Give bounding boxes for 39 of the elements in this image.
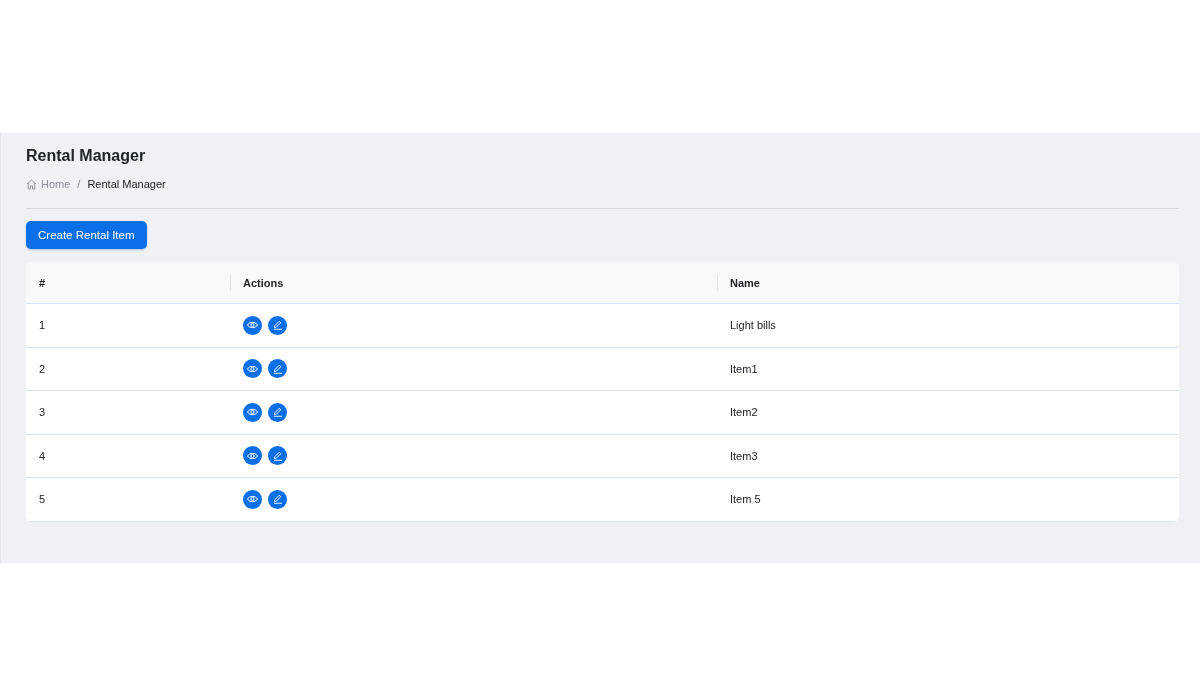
eye-icon — [247, 408, 258, 417]
view-button[interactable] — [243, 315, 262, 335]
view-button[interactable] — [243, 446, 262, 466]
view-button[interactable] — [243, 402, 262, 422]
page-title: Rental Manager — [26, 146, 146, 166]
breadcrumb-separator: / — [77, 177, 81, 192]
table-cell: Item2 — [730, 406, 758, 419]
table-cell: 4 — [39, 449, 46, 462]
breadcrumb-current: Rental Manager — [87, 177, 166, 192]
breadcrumb-link[interactable]: Home — [41, 176, 71, 192]
edit-button[interactable] — [268, 402, 287, 422]
edit-button[interactable] — [268, 315, 287, 335]
view-button[interactable] — [243, 359, 262, 379]
pencil-icon — [272, 363, 283, 374]
pencil-icon — [272, 450, 283, 461]
table-cell: 3 — [39, 406, 46, 419]
eye-icon — [247, 495, 258, 504]
table-cell: Item3 — [730, 449, 758, 462]
pencil-icon — [272, 407, 283, 418]
table-cell: 5 — [39, 493, 46, 506]
table-cell: Item1 — [730, 362, 758, 375]
eye-icon — [247, 364, 258, 373]
column-header: # — [39, 276, 46, 289]
view-button[interactable] — [243, 489, 262, 509]
column-header: Name — [730, 276, 760, 289]
pencil-icon — [272, 320, 283, 331]
eye-icon — [247, 451, 258, 460]
column-header: Actions — [243, 276, 284, 289]
pencil-icon — [272, 494, 283, 505]
eye-icon — [247, 321, 258, 330]
table-cell: 1 — [39, 319, 46, 332]
edit-button[interactable] — [268, 359, 287, 379]
home-icon — [26, 178, 37, 190]
table-cell: Item 5 — [730, 493, 761, 506]
edit-button[interactable] — [268, 489, 287, 509]
create-button[interactable]: Create Rental Item — [26, 221, 147, 249]
table-cell: Light bills — [730, 319, 776, 332]
table-cell: 2 — [39, 362, 46, 375]
edit-button[interactable] — [268, 446, 287, 466]
